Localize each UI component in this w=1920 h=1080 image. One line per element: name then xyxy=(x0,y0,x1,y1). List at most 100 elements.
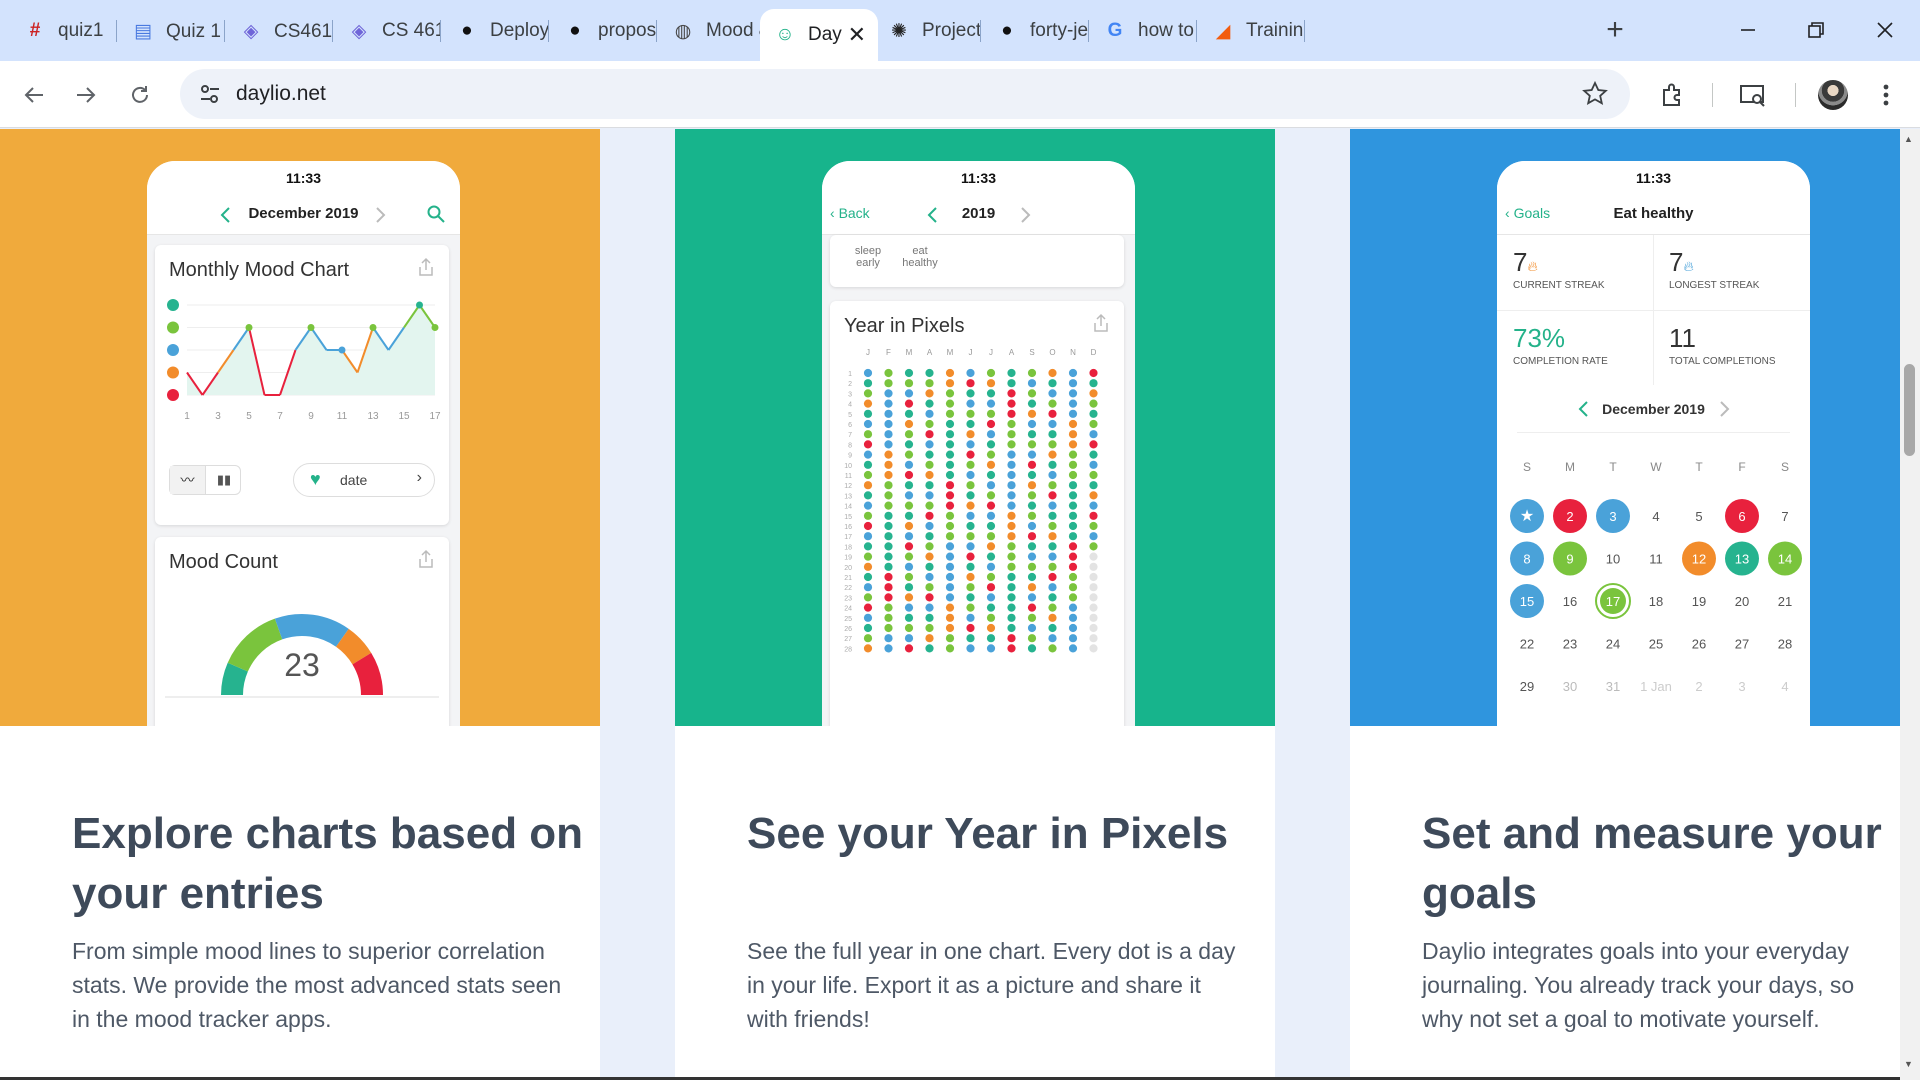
calendar-day[interactable]: 3 xyxy=(1609,509,1616,524)
address-bar[interactable]: daylio.net xyxy=(180,69,1630,119)
calendar-day[interactable]: 7 xyxy=(1781,509,1788,524)
calendar-day[interactable]: 22 xyxy=(1520,637,1534,652)
day-pixel xyxy=(986,623,996,633)
calendar-day[interactable]: 11 xyxy=(1649,552,1663,567)
chevron-right-icon[interactable] xyxy=(1719,401,1731,417)
calendar-day[interactable]: 31 xyxy=(1606,679,1620,694)
minimize-button[interactable] xyxy=(1718,10,1778,50)
menu-button[interactable] xyxy=(1868,77,1904,113)
day-pixel xyxy=(986,562,996,571)
close-tab-icon[interactable]: ✕ xyxy=(848,22,866,48)
extensions-button[interactable] xyxy=(1655,77,1691,113)
calendar-day[interactable]: 4 xyxy=(1781,679,1788,694)
site-settings-icon[interactable] xyxy=(198,82,222,106)
calendar-day[interactable]: 20 xyxy=(1735,594,1749,609)
calendar-day[interactable]: 2 xyxy=(1695,679,1702,694)
tab-separator xyxy=(980,20,981,42)
day-number: 20 xyxy=(844,565,852,572)
day-pixel xyxy=(986,613,996,622)
calendar-day[interactable]: 3 xyxy=(1738,679,1745,694)
tab-cs461-[interactable]: ◈ CS461 ∶ xyxy=(226,9,332,53)
day-pixel xyxy=(904,481,914,490)
tab-project[interactable]: ✺ Project xyxy=(874,9,980,53)
reload-button[interactable] xyxy=(122,77,158,113)
day-pixel xyxy=(1048,409,1057,418)
calendar-day[interactable]: 19 xyxy=(1692,594,1706,609)
day-pixel xyxy=(966,440,975,449)
close-window-button[interactable] xyxy=(1855,10,1915,50)
scrollbar-thumb[interactable] xyxy=(1904,364,1915,456)
calendar-day[interactable]: 29 xyxy=(1520,679,1534,694)
tab-cs-461[interactable]: ◈ CS 461 xyxy=(334,9,440,53)
calendar-day[interactable]: 16 xyxy=(1563,594,1577,609)
scroll-down-arrow[interactable]: ▼ xyxy=(1904,1059,1913,1069)
restore-icon xyxy=(1808,22,1824,38)
scroll-up-arrow[interactable]: ▲ xyxy=(1904,134,1913,144)
forward-button[interactable] xyxy=(68,77,104,113)
calendar-day[interactable]: 26 xyxy=(1692,637,1706,652)
share-icon[interactable] xyxy=(1092,313,1110,333)
calendar-day[interactable]: 27 xyxy=(1735,637,1749,652)
goal-sleep-early[interactable]: sleep early xyxy=(848,245,888,269)
restore-button[interactable] xyxy=(1786,10,1846,50)
day-pixel xyxy=(1007,460,1016,469)
calendar-day[interactable]: 24 xyxy=(1606,637,1620,652)
calendar-day[interactable]: 5 xyxy=(1695,509,1702,524)
calendar-day[interactable]: 12 xyxy=(1692,552,1706,567)
tab-deploy[interactable]: ● Deploy xyxy=(442,9,548,53)
calendar-day[interactable]: 10 xyxy=(1606,552,1620,567)
tab-propos[interactable]: ● propos xyxy=(550,9,656,53)
calendar-day[interactable]: 23 xyxy=(1563,637,1577,652)
calendar-day[interactable]: 15 xyxy=(1520,594,1534,609)
calendar-day[interactable]: 4 xyxy=(1652,509,1659,524)
profile-button[interactable] xyxy=(1815,77,1851,113)
calendar-day[interactable]: 8 xyxy=(1523,552,1530,567)
day-pixel xyxy=(1089,542,1098,551)
chevron-right-icon[interactable] xyxy=(375,207,387,223)
tab-search-button[interactable] xyxy=(1735,77,1771,113)
total-completions-label: TOTAL COMPLETIONS xyxy=(1669,356,1776,367)
tab-how-to[interactable]: Ghow to xyxy=(1090,9,1196,53)
tab-day[interactable]: ☺ Day ✕ xyxy=(760,9,878,61)
tab-quiz-1-[interactable]: ▤ Quiz 1 ∶ xyxy=(118,9,224,53)
calendar-day[interactable]: 17 xyxy=(1606,594,1620,609)
year-pixel-grid: J F M A M J J A S O N D1234567891011121314151617181… xyxy=(844,348,1098,653)
day-pixel xyxy=(945,511,955,520)
share-icon[interactable] xyxy=(417,549,435,569)
x-tick-label: 3 xyxy=(215,411,221,422)
tab-quiz1[interactable]: # quiz1 xyxy=(10,9,116,53)
day-number: 21 xyxy=(844,575,852,582)
chevron-right-icon[interactable] xyxy=(1020,207,1032,223)
tab-forty-je[interactable]: ● forty-je xyxy=(982,9,1088,53)
bar-chart-icon[interactable]: ▮▮ xyxy=(207,466,241,494)
share-icon[interactable] xyxy=(417,257,435,277)
chart-type-toggle[interactable]: 〰 ▮▮ xyxy=(169,465,241,495)
calendar-day[interactable]: 28 xyxy=(1778,637,1792,652)
url-text[interactable]: daylio.net xyxy=(236,82,326,106)
day-pixel xyxy=(863,460,873,469)
bookmark-star-icon[interactable] xyxy=(1582,81,1608,107)
calendar-day[interactable]: 13 xyxy=(1735,552,1749,567)
tab-mood-[interactable]: ◍ Mood & xyxy=(658,9,764,53)
day-pixel xyxy=(1068,379,1078,388)
calendar-day[interactable]: 25 xyxy=(1649,637,1663,652)
back-button[interactable] xyxy=(16,77,52,113)
date-filter-button[interactable]: ♥ date › xyxy=(293,463,435,497)
calendar-day[interactable]: 30 xyxy=(1563,679,1577,694)
line-chart-icon[interactable]: 〰 xyxy=(170,466,206,494)
new-tab-button[interactable]: + xyxy=(1598,14,1632,48)
goal-eat-healthy[interactable]: eat healthy xyxy=(900,245,940,269)
day-pixel xyxy=(904,368,914,378)
calendar-day[interactable]: 2 xyxy=(1566,509,1573,524)
calendar-day[interactable]: 18 xyxy=(1649,594,1663,609)
calendar-day[interactable]: 14 xyxy=(1778,552,1792,567)
search-icon[interactable] xyxy=(427,205,445,223)
calendar-day[interactable]: 1 Jan xyxy=(1640,679,1672,694)
calendar-day[interactable]: 9 xyxy=(1566,552,1573,567)
mood-count-total: 23 xyxy=(284,647,320,683)
calendar-day[interactable]: ★ xyxy=(1520,508,1534,525)
calendar-day[interactable]: 6 xyxy=(1738,509,1745,524)
calendar-day[interactable]: 21 xyxy=(1778,594,1792,609)
page-scrollbar[interactable]: ▲ ▼ xyxy=(1900,129,1920,1080)
tab-training[interactable]: ◢ Training xyxy=(1198,9,1304,53)
